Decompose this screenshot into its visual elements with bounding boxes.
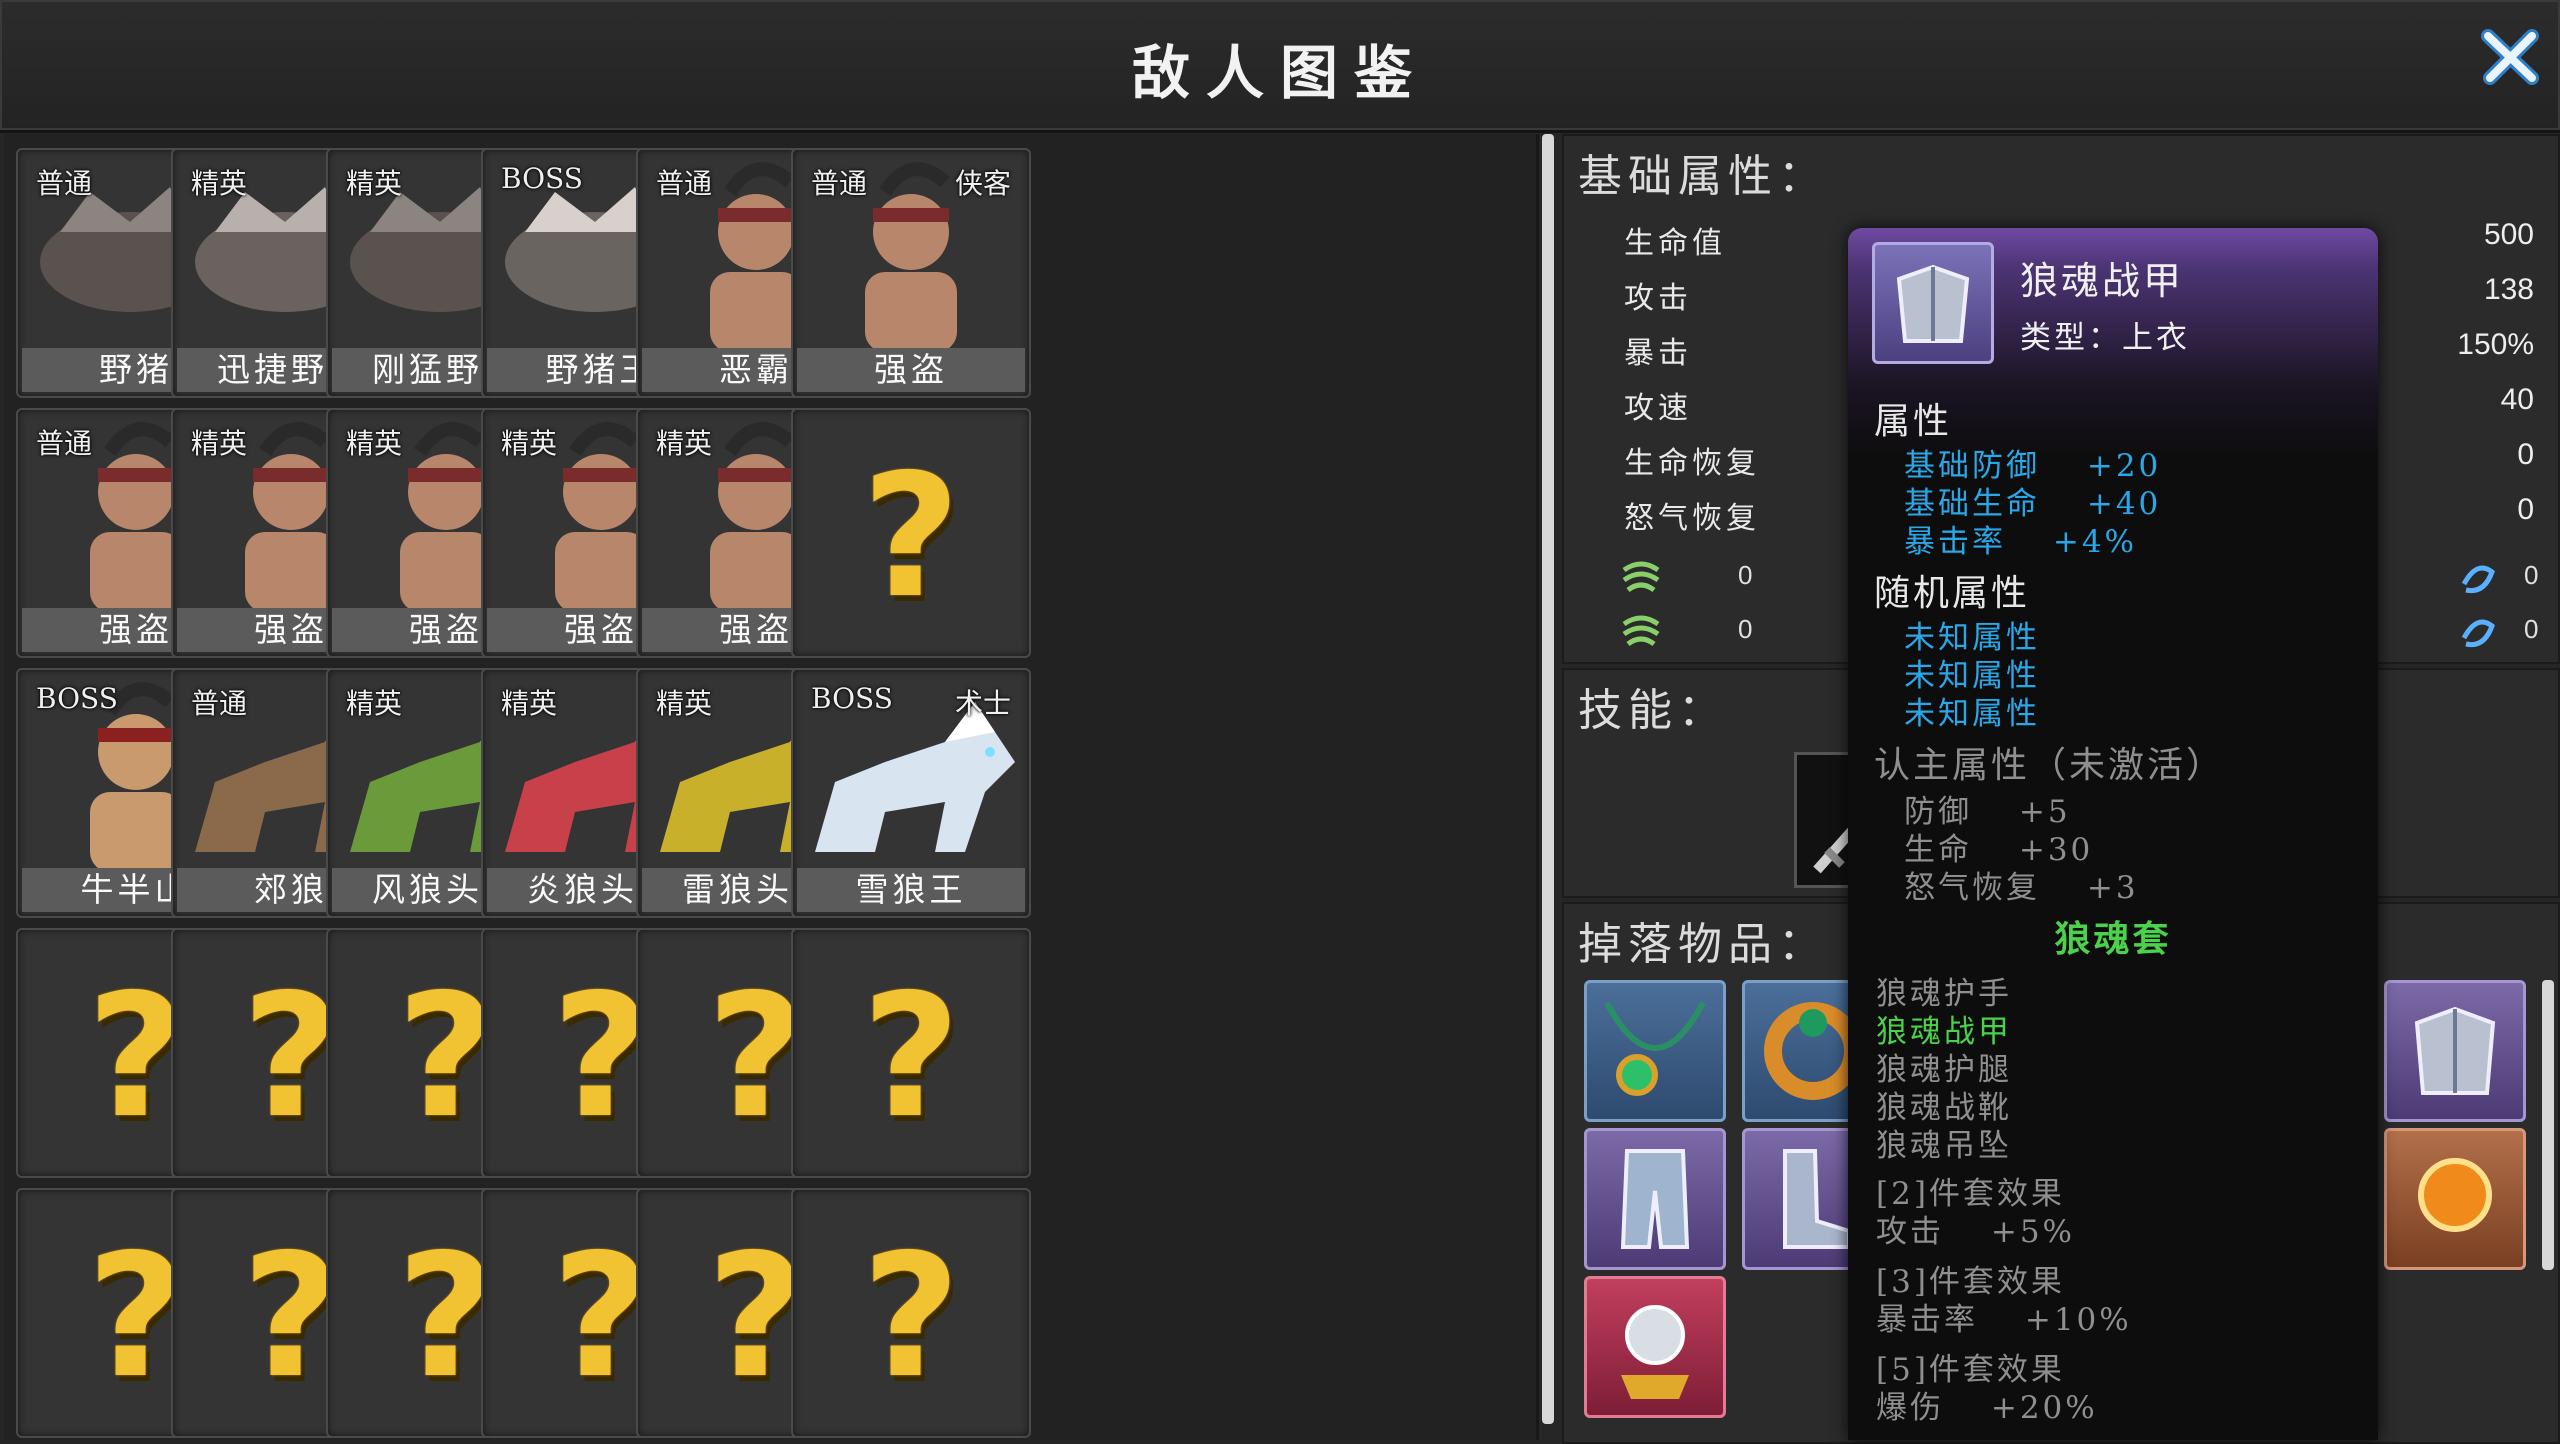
enemy-rank: 普通 — [191, 687, 248, 720]
drop-item-gem[interactable] — [2384, 1128, 2526, 1270]
tooltip-set-item: 狼魂吊坠 — [1876, 1128, 2012, 1164]
thunder-value: 0 — [2524, 560, 2539, 590]
pendant-icon — [1604, 1001, 1706, 1096]
tooltip-item-type: 类型：上衣 — [2020, 320, 2190, 356]
enemy-rank: 精英 — [346, 427, 403, 460]
enemy-rank: 普通 — [36, 167, 93, 200]
unknown-mark: ? — [861, 958, 961, 1156]
drop-item-orb[interactable] — [1584, 1276, 1726, 1418]
leggings-icon — [1620, 1149, 1690, 1249]
enemy-rank: 普通 — [811, 167, 868, 200]
armor-icon — [2414, 1006, 2496, 1095]
tooltip-random-head: 随机属性 — [1874, 573, 2031, 614]
gem-icon — [2418, 1158, 2492, 1232]
attr-label: 攻速 — [1624, 391, 1692, 426]
wind-value: 0 — [1738, 560, 1753, 590]
enemy-card[interactable]: BOSS 术士 雪狼王 — [791, 668, 1031, 918]
attr-label: 生命值 — [1624, 226, 1726, 261]
basic-attributes-title: 基础属性： — [1578, 151, 1828, 202]
enemy-card-unknown[interactable]: ? — [791, 1188, 1031, 1438]
enemy-rank: 精英 — [346, 167, 403, 200]
thunder-icon — [2461, 619, 2495, 648]
attr-value: 0 — [2517, 493, 2534, 526]
attr-label: 攻击 — [1624, 281, 1692, 316]
enemy-rank: 精英 — [191, 167, 248, 200]
enemy-rank: 精英 — [656, 427, 713, 460]
enemy-rank: BOSS — [811, 682, 893, 715]
drop-item-pendant[interactable] — [1584, 980, 1726, 1122]
enemy-name: 雪狼王 — [797, 868, 1025, 912]
wind-value: 0 — [1738, 614, 1753, 644]
unknown-mark: ? — [861, 438, 961, 636]
tooltip-set-name: 狼魂套 — [2054, 918, 2172, 960]
enemy-grid-scrollbar[interactable] — [1542, 134, 1554, 1424]
tooltip-item-name: 狼魂战甲 — [2020, 259, 2185, 303]
tooltip-bind-attr: 怒气恢复 +3 — [1904, 870, 2139, 906]
attr-value: 0 — [2517, 438, 2534, 471]
enemy-class: 术士 — [954, 687, 1011, 720]
attr-label: 生命恢复 — [1624, 446, 1760, 481]
attr-label: 暴击 — [1624, 336, 1692, 371]
tooltip-attr-head: 属性 — [1874, 401, 1953, 442]
tooltip-random-attr: 未知属性 — [1904, 696, 2040, 732]
enemy-rank: 普通 — [656, 167, 713, 200]
enemy-card-unknown[interactable]: ? — [791, 928, 1031, 1178]
attr-value: 150% — [2457, 328, 2534, 361]
attr-label: 怒气恢复 — [1624, 501, 1760, 536]
enemy-name: 强盗 — [797, 348, 1025, 392]
attr-value: 500 — [2483, 218, 2534, 251]
enemy-rank: BOSS — [36, 682, 118, 715]
drop-item-leggings[interactable] — [1584, 1128, 1726, 1270]
unknown-mark: ? — [861, 1218, 961, 1416]
tooltip-attr: 暴击率 +4% — [1904, 524, 2138, 560]
attr-value: 138 — [2483, 273, 2534, 306]
wind-icon — [1622, 615, 1660, 647]
enemy-rank: BOSS — [501, 162, 583, 195]
orb-icon — [1621, 1305, 1689, 1399]
enemy-card[interactable]: 普通 侠客 强盗 — [791, 148, 1031, 398]
thunder-value: 0 — [2524, 614, 2539, 644]
close-icon[interactable] — [2476, 22, 2546, 92]
enemy-class: 侠客 — [954, 167, 1011, 200]
wind-icon — [1622, 561, 1660, 593]
drops-title: 掉落物品： — [1578, 919, 1828, 970]
enemy-rank: 精英 — [191, 427, 248, 460]
page-title: 敌人图鉴 — [1131, 39, 1428, 107]
item-tooltip: 狼魂战甲 类型：上衣 属性 基础防御 +20 基础生命 +40 暴击率 +4% 随机… — [1848, 228, 2378, 1440]
title-bar: 敌人图鉴 — [0, 0, 2560, 133]
attr-value: 40 — [2500, 383, 2534, 416]
tooltip-set-effect-body: 攻击 +5% — [1876, 1214, 2076, 1250]
enemy-rank: 普通 — [36, 427, 93, 460]
drop-item-armor[interactable] — [2384, 980, 2526, 1122]
enemy-rank: 精英 — [656, 687, 713, 720]
enemy-grid: 普通 铁卫 野猪 精英 刺客 迅捷野猪 精英 铁卫 刚猛野猪 BOSS 铁卫 野… — [4, 134, 1539, 1440]
tooltip-set-effect-body: 爆伤 +20% — [1876, 1390, 2098, 1426]
enemy-card-unknown[interactable]: ? — [791, 408, 1031, 658]
skills-title: 技能： — [1578, 685, 1728, 736]
enemy-rank: 精英 — [501, 687, 558, 720]
enemy-rank: 精英 — [346, 687, 403, 720]
tooltip-set-effect-body: 暴击率 +10% — [1876, 1302, 2132, 1338]
enemy-rank: 精英 — [501, 427, 558, 460]
thunder-icon — [2461, 565, 2495, 594]
drops-scrollbar[interactable] — [2542, 980, 2554, 1270]
tooltip-bind-head: 认主属性（未激活） — [1874, 745, 2226, 786]
armor-icon — [1872, 242, 1994, 364]
